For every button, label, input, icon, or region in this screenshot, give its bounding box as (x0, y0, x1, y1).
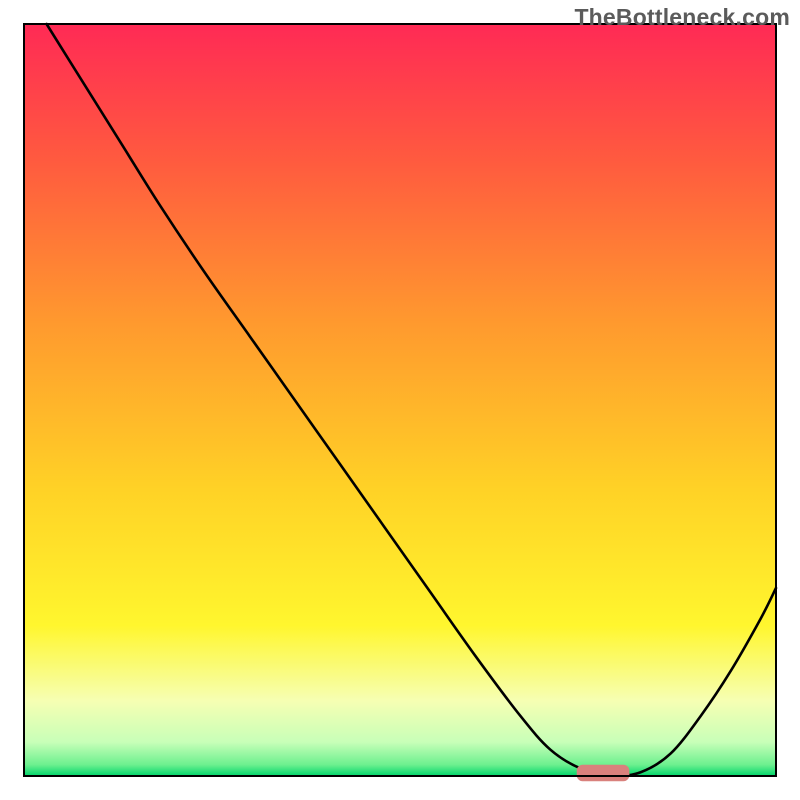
chart-container: TheBottleneck.com (0, 0, 800, 800)
optimal-marker (577, 765, 630, 782)
watermark-text: TheBottleneck.com (574, 4, 790, 31)
gradient-background (24, 24, 776, 776)
bottleneck-chart (0, 0, 800, 800)
